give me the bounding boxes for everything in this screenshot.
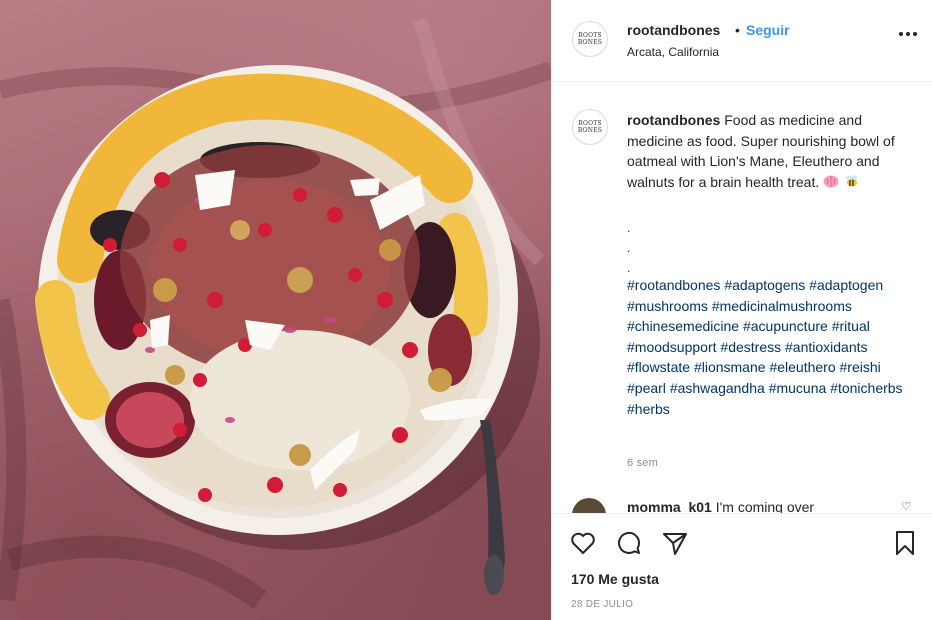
hashtag-link[interactable]: #acupuncture <box>743 318 828 334</box>
caption-dot-1: . <box>627 221 631 235</box>
hashtag-list: #rootandbones #adaptogens #adaptogen #mu… <box>627 275 922 419</box>
caption-section: ROOTS BONES rootandbones Food as medicin… <box>552 82 932 494</box>
comment-icon[interactable] <box>615 529 643 557</box>
commenter-avatar[interactable] <box>572 498 606 513</box>
hashtag-link[interactable]: #medicinalmushrooms <box>712 298 852 314</box>
location-link[interactable]: Arcata, California <box>627 45 719 59</box>
follow-button[interactable]: Seguir <box>746 22 790 38</box>
hashtag-link[interactable]: #mushrooms <box>627 298 708 314</box>
like-count[interactable]: 170 Me gusta <box>571 571 659 587</box>
comment-like-icon[interactable]: ♡ <box>901 500 911 513</box>
header-username[interactable]: rootandbones <box>627 22 720 38</box>
oatmeal-bowl-illustration <box>0 18 551 609</box>
hashtag-link[interactable]: #ritual <box>832 318 870 334</box>
hashtag-link[interactable]: #flowstate <box>627 359 690 375</box>
hashtag-link[interactable]: #pearl <box>627 380 666 396</box>
hashtag-link[interactable]: #lionsmane <box>694 359 766 375</box>
hashtag-link[interactable]: #antioxidants <box>785 339 868 355</box>
commenter-username[interactable]: momma_k01 <box>627 499 712 513</box>
caption-time-ago[interactable]: 6 sem <box>627 457 658 469</box>
caption-username[interactable]: rootandbones <box>627 112 720 128</box>
hashtag-link[interactable]: #tonicherbs <box>830 380 902 396</box>
bee-emoji <box>846 175 858 187</box>
comment-text-row: momma_k01 I'm coming over <box>627 499 814 513</box>
share-icon[interactable] <box>661 529 689 557</box>
comment-text: I'm coming over <box>715 499 815 513</box>
post-date[interactable]: 28 DE JULIO <box>571 599 633 610</box>
post-actions: 170 Me gusta 28 DE JULIO <box>552 513 932 620</box>
post-header: ROOTS BONES rootandbones • Seguir Arcata… <box>552 0 932 82</box>
hashtag-link[interactable]: #herbs <box>627 401 670 417</box>
more-horizontal-icon[interactable] <box>899 32 917 36</box>
avatar-logo-line1: ROOTS <box>578 32 602 39</box>
header-separator: • <box>735 22 740 38</box>
brain-emoji <box>823 175 839 188</box>
hashtag-link[interactable]: #chinesemedicine <box>627 318 739 334</box>
caption-avatar-logo-line2: BONES <box>577 127 603 134</box>
hashtag-link[interactable]: #ashwagandha <box>670 380 765 396</box>
hashtag-link[interactable]: #reishi <box>840 359 881 375</box>
caption-avatar-logo-line1: ROOTS <box>578 120 602 127</box>
post-caption: rootandbones Food as medicine and medici… <box>627 110 917 192</box>
hashtag-link[interactable]: #adaptogens <box>724 277 805 293</box>
hashtag-link[interactable]: #adaptogen <box>809 277 883 293</box>
profile-avatar[interactable]: ROOTS BONES <box>572 21 608 57</box>
comment-preview: momma_k01 I'm coming over ♡ <box>552 494 932 513</box>
hashtag-link[interactable]: #rootandbones <box>627 277 720 293</box>
caption-dot-3: . <box>627 261 631 275</box>
hashtag-link[interactable]: #mucuna <box>769 380 827 396</box>
caption-avatar[interactable]: ROOTS BONES <box>572 109 608 145</box>
hashtag-link[interactable]: #destress <box>720 339 781 355</box>
avatar-logo-line2: BONES <box>577 39 603 46</box>
caption-dot-2: . <box>627 241 631 255</box>
heart-icon[interactable] <box>569 529 597 557</box>
hashtag-link[interactable]: #moodsupport <box>627 339 717 355</box>
hashtag-link[interactable]: #eleuthero <box>769 359 835 375</box>
post-detail-panel: ROOTS BONES rootandbones • Seguir Arcata… <box>551 0 932 620</box>
bookmark-icon[interactable] <box>891 529 919 557</box>
post-image[interactable] <box>0 0 551 620</box>
